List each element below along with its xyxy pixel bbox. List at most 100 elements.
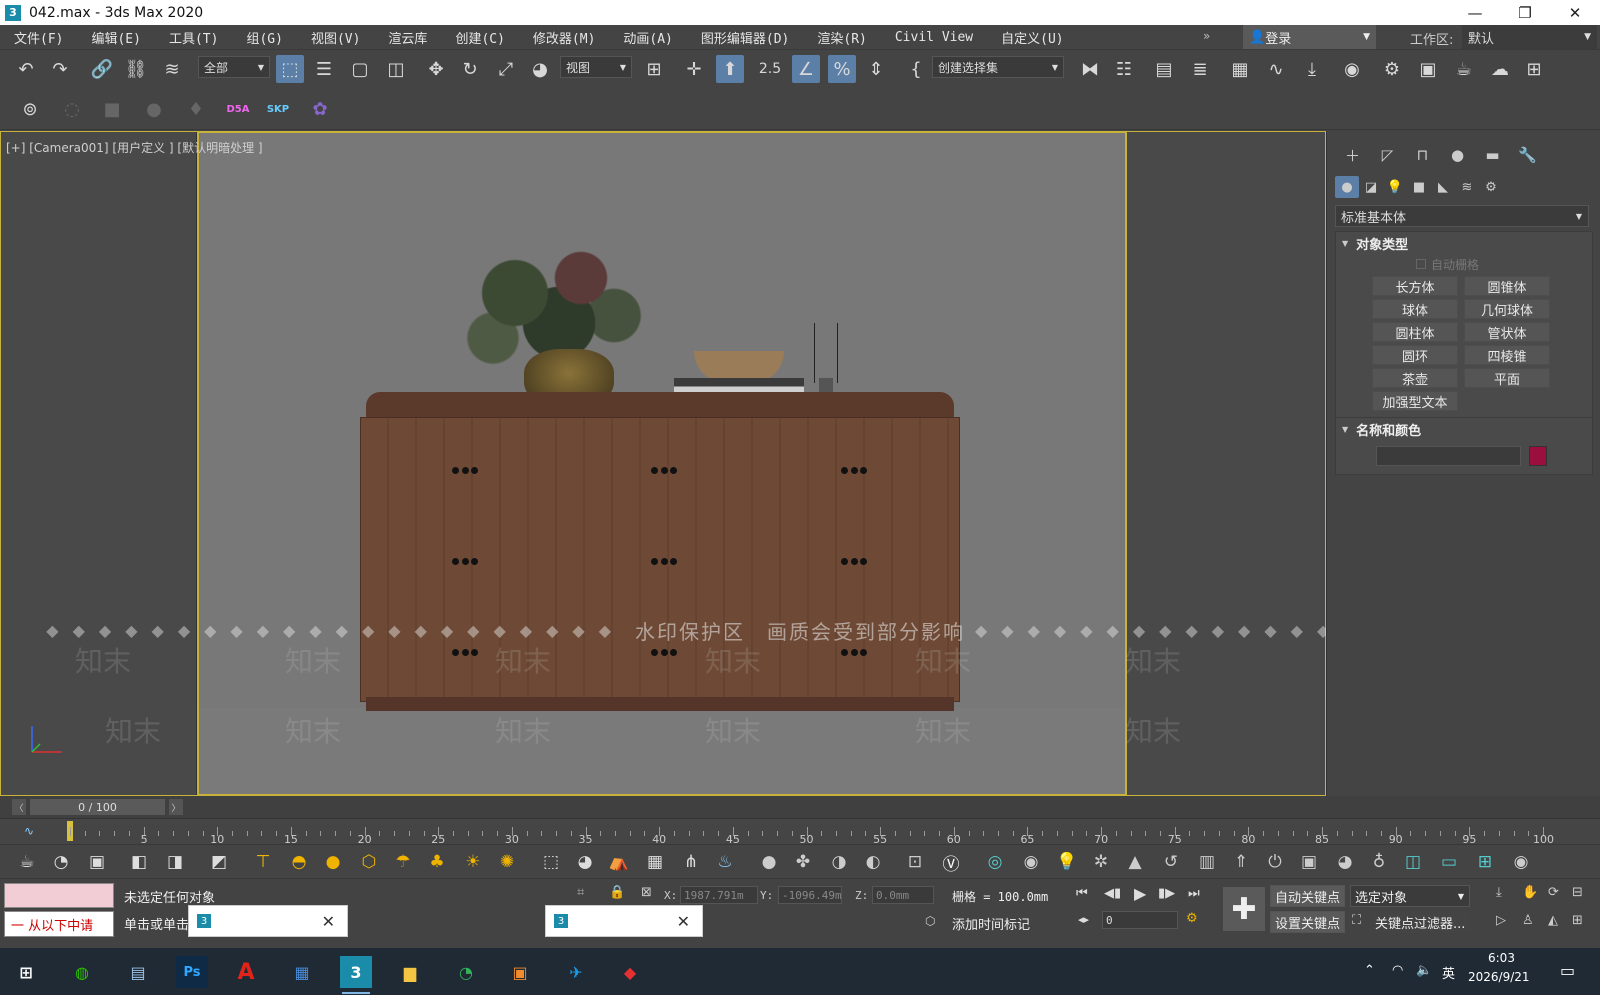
notification-icon[interactable]: ▭ xyxy=(1560,961,1575,980)
select-manipulate-icon[interactable]: ✛ xyxy=(680,55,708,83)
orbit-view-icon[interactable]: ⟳ xyxy=(1548,885,1559,900)
umbrella-light-icon[interactable]: ☂ xyxy=(390,849,416,875)
lock-icon[interactable]: 🔒 xyxy=(609,885,625,900)
eye-icon[interactable]: ◉ xyxy=(1508,849,1534,875)
autocad-icon[interactable]: A xyxy=(230,956,262,988)
vray-logo-icon[interactable]: Ⓥ xyxy=(938,849,964,875)
field-of-view-icon[interactable]: ▷ xyxy=(1496,913,1506,928)
tray-overflow-icon[interactable]: ⌃ xyxy=(1364,963,1375,978)
minimize-button[interactable]: — xyxy=(1450,0,1500,25)
dingtalk-icon[interactable]: ✈ xyxy=(560,956,592,988)
viewport-search-icon[interactable]: ⊚ xyxy=(16,95,44,123)
geometry-icon[interactable]: ● xyxy=(1335,176,1359,198)
rect-selection-region-icon[interactable]: ▢ xyxy=(346,55,374,83)
spinner-snap-icon[interactable]: ⇕ xyxy=(862,55,890,83)
menu-graph-editors[interactable]: 图形编辑器(D) xyxy=(687,28,803,47)
menu-file[interactable]: 文件(F) xyxy=(0,28,77,47)
bulb-icon[interactable]: ♦ xyxy=(182,95,210,123)
plane-button[interactable]: 平面 xyxy=(1464,368,1550,388)
undo-icon[interactable]: ↶ xyxy=(12,55,40,83)
zoom-region-icon[interactable]: ◭ xyxy=(1548,913,1558,928)
bulb-outline-icon[interactable]: ♁ xyxy=(1366,849,1392,875)
cylinder-button[interactable]: 圆柱体 xyxy=(1372,322,1458,342)
frame-icon[interactable]: ⊞ xyxy=(1472,849,1498,875)
sketchup-icon[interactable]: ◆ xyxy=(614,956,646,988)
menu-overflow-icon[interactable]: » xyxy=(1203,29,1210,43)
book-icon[interactable]: ▥ xyxy=(1194,849,1220,875)
window-icon[interactable]: ▭ xyxy=(1436,849,1462,875)
volume-icon[interactable]: 🔈 xyxy=(1416,963,1432,978)
rocket-icon[interactable]: ⇑ xyxy=(1228,849,1254,875)
tent-icon[interactable]: ⛺ xyxy=(606,849,632,875)
display-icon[interactable]: ▣ xyxy=(1296,849,1322,875)
autogrid-checkbox[interactable]: 自动栅格 xyxy=(1416,254,1592,274)
login-dropdown[interactable]: 👤 登录 ▼ xyxy=(1243,25,1376,49)
systems-icon[interactable]: ⚙ xyxy=(1479,176,1503,198)
bell-light-icon[interactable]: ♣ xyxy=(424,849,450,875)
menu-tools[interactable]: 工具(T) xyxy=(155,28,232,47)
menu-civil-view[interactable]: Civil View xyxy=(881,30,987,45)
add-time-tag-button[interactable]: 添加时间标记 xyxy=(952,914,1030,933)
angle-snap-icon[interactable]: ∠ xyxy=(792,55,820,83)
name-color-header[interactable]: ▼ 名称和颜色 xyxy=(1336,418,1592,440)
camera-rig-icon[interactable]: ◉ xyxy=(1018,849,1044,875)
modify-tab-icon[interactable]: ◸ xyxy=(1370,144,1405,166)
isolate-selection-icon[interactable]: ⌗ xyxy=(577,885,584,900)
scene-explorer-icon[interactable]: ▤ xyxy=(1150,55,1178,83)
link-icon[interactable]: 🔗 xyxy=(88,55,116,83)
light-icon[interactable]: ● xyxy=(140,95,168,123)
sun-icon[interactable]: ☀ xyxy=(460,849,486,875)
skp-import-icon[interactable]: SKP xyxy=(264,95,292,123)
edit-named-selection-icon[interactable]: { xyxy=(902,55,930,83)
sky-icon[interactable]: ✺ xyxy=(494,849,520,875)
go-to-end-icon[interactable]: ⏭ xyxy=(1188,886,1200,901)
orbit-icon[interactable]: ◌ xyxy=(58,95,86,123)
render-cloud-icon[interactable]: ☁ xyxy=(1486,55,1514,83)
close-button[interactable]: ✕ xyxy=(1550,0,1600,25)
select-place-icon[interactable]: ◕ xyxy=(526,55,554,83)
menu-create[interactable]: 创建(C) xyxy=(441,28,518,47)
close-icon[interactable]: ✕ xyxy=(322,912,335,931)
tree-icon[interactable]: ▲ xyxy=(1122,849,1148,875)
time-slider[interactable]: 0 / 100 xyxy=(30,799,165,815)
notes-icon[interactable]: ▣ xyxy=(504,956,536,988)
ime-indicator[interactable]: 英 xyxy=(1442,963,1455,982)
pivot-center-icon[interactable]: ⊞ xyxy=(640,55,668,83)
select-object-icon[interactable]: ⬚ xyxy=(276,55,304,83)
play-icon[interactable]: ▶ xyxy=(1134,884,1146,903)
redo-icon[interactable]: ↷ xyxy=(46,55,74,83)
rotate-icon[interactable]: ↻ xyxy=(456,55,484,83)
menu-edit[interactable]: 编辑(E) xyxy=(77,28,154,47)
box-button[interactable]: 长方体 xyxy=(1372,276,1458,296)
object-type-header[interactable]: ▼ 对象类型 xyxy=(1336,232,1592,254)
pyramid-button[interactable]: 四棱锥 xyxy=(1464,345,1550,365)
workspace-select[interactable]: 默认 ▼ xyxy=(1462,25,1597,49)
space-warps-icon[interactable]: ≋ xyxy=(1455,176,1479,198)
gear-light-icon[interactable]: ✲ xyxy=(1088,849,1114,875)
cone-button[interactable]: 圆锥体 xyxy=(1464,276,1550,296)
menu-render-cloud[interactable]: 渲云库 xyxy=(374,28,441,47)
refresh-icon[interactable]: ◔ xyxy=(48,849,74,875)
pan-icon[interactable]: ✋ xyxy=(1522,885,1538,900)
auto-key-button[interactable]: 自动关键点 xyxy=(1270,885,1346,907)
teapot-icon[interactable]: ☕ xyxy=(14,849,40,875)
grass-icon[interactable]: ⋔ xyxy=(678,849,704,875)
geometry-category-dropdown[interactable]: 标准基本体 ▼ xyxy=(1335,205,1589,227)
wechat-icon[interactable]: ◍ xyxy=(66,956,98,988)
settings-flower-icon[interactable]: ✿ xyxy=(306,95,334,123)
menu-animation[interactable]: 动画(A) xyxy=(609,28,686,47)
render-production-icon[interactable]: ☕ xyxy=(1450,55,1478,83)
reference-coord-dropdown[interactable]: 视图 ▼ xyxy=(560,56,632,78)
hemisphere-icon[interactable]: ◓ xyxy=(286,849,312,875)
file-viewer-icon[interactable]: ▤ xyxy=(122,956,154,988)
shapes-icon[interactable]: ◪ xyxy=(1359,176,1383,198)
viewport-toggle-icon[interactable]: ⊞ xyxy=(1572,913,1583,928)
grid-cube-icon[interactable]: ▦ xyxy=(642,849,668,875)
clock-date[interactable]: 2026/9/21 xyxy=(1468,970,1530,984)
helpers-icon[interactable]: ◣ xyxy=(1431,176,1455,198)
3dsmax-icon[interactable]: 3 xyxy=(340,956,372,994)
move-icon[interactable]: ✥ xyxy=(422,55,450,83)
scale-icon[interactable]: ⤢ xyxy=(492,55,520,83)
material-slot-icon[interactable]: ◑ xyxy=(826,849,852,875)
menu-rendering[interactable]: 渲染(R) xyxy=(803,28,880,47)
